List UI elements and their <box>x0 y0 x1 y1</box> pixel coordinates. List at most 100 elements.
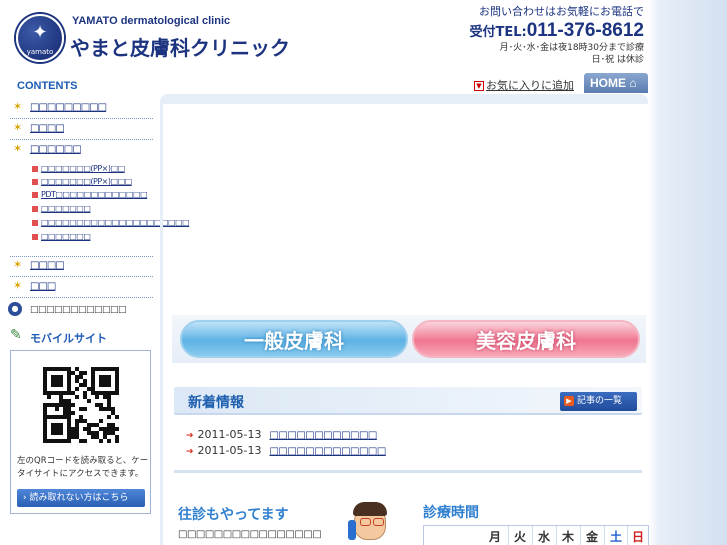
star-bullet-icon: ✶ <box>13 142 23 155</box>
qr-module <box>95 395 99 399</box>
glasses-icon <box>373 518 384 526</box>
sidebar-item-4[interactable]: ✶ □□□□ <box>10 257 153 277</box>
info-circle-icon: ● <box>8 302 22 316</box>
home-label: HOME <box>590 76 626 90</box>
day-tue: 火 <box>513 530 526 544</box>
news-list-label: 記事の一覧 <box>577 396 623 406</box>
clinic-hours-title: 診療時間 <box>423 505 479 521</box>
sidebar-item-5[interactable]: ✶ □□□ <box>10 278 153 298</box>
telephone-icon <box>348 520 356 540</box>
divider <box>604 526 605 545</box>
cosmetic-dermatology-button[interactable]: 美容皮膚科 <box>412 320 640 358</box>
news-title: 新着情報 <box>188 395 244 411</box>
tel-number: 011-376-8612 <box>526 20 644 41</box>
news-link[interactable]: □□□□□□□□□□□□ <box>269 430 377 441</box>
hours-note-2: 日･祝 は休診 <box>591 55 644 65</box>
sub-item-label: □□□□□□□ <box>41 232 91 241</box>
logo-mark-icon: ✦ yamato <box>16 14 64 62</box>
qr-module <box>107 383 111 387</box>
star-bullet-icon: ✶ <box>13 258 23 271</box>
sub-item-5[interactable]: □□□□□□□□□□□□□□□□□□□□□ <box>32 218 190 231</box>
sidebar-item-2[interactable]: ✶ □□□□ <box>10 120 153 140</box>
general-dermatology-button[interactable]: 一般皮膚科 <box>180 320 408 358</box>
sub-item-label: □□□□□□□(PP×)□□ <box>41 164 125 173</box>
qr-module <box>99 419 103 423</box>
square-bullet-icon <box>32 205 38 212</box>
contents-heading: CONTENTS <box>17 80 78 92</box>
qr-module <box>87 399 91 403</box>
qr-module <box>59 383 63 387</box>
phone-number: 受付TEL:011-376-8612 <box>469 20 644 42</box>
qr-module <box>99 439 103 443</box>
doctor-illustration <box>348 500 394 545</box>
square-bullet-icon <box>32 219 38 226</box>
day-mon: 月 <box>488 530 501 544</box>
arrow-bullet-icon: ➔ <box>186 447 194 457</box>
sidebar-item-1[interactable]: ✶ □□□□□□□□□ <box>10 99 153 119</box>
star-bullet-icon: ✶ <box>13 100 23 113</box>
house-call-text: □□□□□□□□□□□□□□□□ <box>178 529 322 540</box>
qr-module <box>107 439 111 443</box>
sub-item-2[interactable]: □□□□□□□(PP×)□□□ <box>32 177 132 190</box>
news-date: 2011-05-13 <box>197 444 262 457</box>
qr-module <box>115 415 119 419</box>
sub-item-label: □□□□□□□ <box>41 204 91 213</box>
news-list-button[interactable]: ▶ 記事の一覧 <box>560 392 637 411</box>
sub-item-label: PDT□□□□□□□□□□□□□ <box>41 190 148 199</box>
main-frame-border <box>160 100 163 545</box>
logo-japanese-name: やまと皮膚科クリニック <box>70 36 290 60</box>
sidebar-item-label: □□□□ <box>30 123 65 134</box>
add-favorites-link[interactable]: ▼ お気に入りに追加 <box>474 77 574 93</box>
house-call-title: 往診もやってます <box>178 507 289 523</box>
qr-module <box>115 427 119 431</box>
clinic-hours-table: 月 火 水 木 金 土 日 <box>423 525 649 545</box>
divider <box>508 526 509 545</box>
sub-item-label: □□□□□□□(PP×)□□□ <box>41 177 132 186</box>
sub-item-1[interactable]: □□□□□□□(PP×)□□ <box>32 164 125 177</box>
day-sat: 土 <box>609 530 622 544</box>
sidebar-item-label: □□□ <box>30 281 56 292</box>
qr-module <box>107 415 111 419</box>
sub-item-3[interactable]: PDT□□□□□□□□□□□□□ <box>32 190 148 203</box>
divider <box>627 526 628 545</box>
logo-english-name: YAMATO dermatological clinic <box>72 15 231 27</box>
news-divider <box>174 468 642 473</box>
mobile-site-heading: ✎ モバイルサイト <box>10 327 160 347</box>
qr-module <box>71 411 75 415</box>
qr-module <box>47 395 51 399</box>
info-link[interactable]: ● □□□□□□□□□□□□ <box>8 302 158 320</box>
divider <box>532 526 533 545</box>
sidebar-item-3[interactable]: ✶ □□□□□□ <box>10 141 153 161</box>
home-button[interactable]: HOME ⌂ <box>584 73 648 93</box>
qr-module <box>75 387 79 391</box>
square-bullet-icon <box>32 178 38 185</box>
clinic-logo[interactable]: ✦ yamato YAMATO dermatological clinic やま… <box>14 12 290 64</box>
divider <box>580 526 581 545</box>
divider <box>556 526 557 545</box>
news-item: ➔ 2011-05-13 □□□□□□□□□□□□ <box>186 428 377 442</box>
sidebar-item-label: □□□□□□ <box>30 144 82 155</box>
day-wed: 水 <box>537 530 550 544</box>
star-bullet-icon: ✶ <box>13 279 23 292</box>
mobile-site-box: 左のQRコードを読み取ると、ケータイサイトにアクセスできます。 › 読み取れない… <box>10 350 151 514</box>
arrow-bullet-icon: ➔ <box>186 431 194 441</box>
sub-item-6[interactable]: □□□□□□□ <box>32 232 91 245</box>
info-link-label: □□□□□□□□□□□□ <box>30 305 127 315</box>
qr-module <box>55 407 59 411</box>
logo-mark-text: yamato <box>26 48 54 56</box>
news-link[interactable]: □□□□□□□□□□□□□ <box>269 446 386 457</box>
qr-module <box>71 403 75 407</box>
star-bullet-icon: ✶ <box>13 121 23 134</box>
day-fri: 金 <box>585 530 598 544</box>
qr-module <box>83 407 87 411</box>
main-frame-top <box>160 94 648 104</box>
qr-module <box>67 439 71 443</box>
doctor-hair <box>353 502 387 516</box>
square-bullet-icon <box>32 191 38 198</box>
qr-code <box>43 367 119 443</box>
tel-prefix: 受付TEL: <box>469 25 527 40</box>
sub-item-4[interactable]: □□□□□□□ <box>32 204 91 217</box>
qr-module <box>115 391 119 395</box>
mobile-unreadable-button[interactable]: › 読み取れない方はこちら <box>17 489 145 507</box>
mobile-site-text: 左のQRコードを読み取ると、ケータイサイトにアクセスできます。 <box>17 456 149 479</box>
